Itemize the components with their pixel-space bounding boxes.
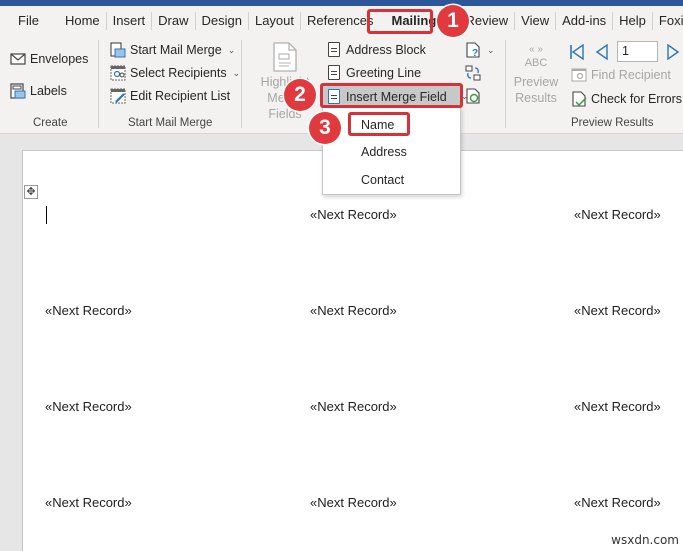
tab-foxit-reader[interactable]: Foxit Reader xyxy=(653,12,683,30)
group-separator xyxy=(241,40,242,128)
table-cell[interactable]: «Next Record» xyxy=(310,399,397,414)
greeting-line-label: Greeting Line xyxy=(346,66,422,80)
next-record-icon[interactable] xyxy=(666,44,680,60)
abc-label: ABC xyxy=(524,57,548,69)
table-cell[interactable]: «Next Record» xyxy=(45,495,132,510)
check-for-errors-icon xyxy=(572,91,587,107)
find-recipient-button[interactable]: Find Recipient xyxy=(571,65,671,85)
first-record-icon[interactable] xyxy=(569,44,585,60)
find-recipient-icon xyxy=(571,68,587,82)
table-cell[interactable]: «Next Record» xyxy=(310,303,397,318)
envelopes-button[interactable]: Envelopes xyxy=(10,49,88,69)
rules-icon: ? xyxy=(466,42,480,58)
tab-file[interactable]: File xyxy=(12,12,45,30)
match-fields-button[interactable] xyxy=(465,63,481,83)
envelope-icon xyxy=(10,53,26,65)
labels-icon xyxy=(10,83,26,99)
step-badge-2: 2 xyxy=(284,79,316,111)
address-block-label: Address Block xyxy=(346,43,426,57)
watermark: wsxdn.com xyxy=(611,533,679,547)
table-cell[interactable]: «Next Record» xyxy=(310,207,397,222)
envelopes-label: Envelopes xyxy=(30,52,89,66)
highlight-merge-fields-icon xyxy=(273,42,297,72)
greeting-line-icon xyxy=(326,65,342,81)
tab-draw[interactable]: Draw xyxy=(152,12,196,30)
preview-results-button[interactable]: « » ABC Preview Results xyxy=(509,44,563,106)
highlight-box-name xyxy=(348,112,410,136)
table-cell[interactable]: «Next Record» xyxy=(574,495,661,510)
address-block-icon xyxy=(326,42,342,58)
update-labels-icon xyxy=(466,88,480,104)
table-cell[interactable]: «Next Record» xyxy=(310,495,397,510)
group-label-start-mail-merge: Start Mail Merge xyxy=(128,117,213,129)
check-for-errors-label: Check for Errors xyxy=(591,92,682,106)
group-separator xyxy=(505,40,506,128)
edit-recipient-list-label: Edit Recipient List xyxy=(130,89,231,103)
select-recipients-icon xyxy=(110,65,126,81)
previous-record-icon[interactable] xyxy=(595,44,609,60)
chevron-down-icon: ⌄ xyxy=(487,44,495,55)
preview-label-line2: Results xyxy=(515,91,557,105)
group-separator xyxy=(98,40,99,128)
preview-arrows-icon: « » xyxy=(529,44,543,55)
menu-item-address[interactable]: Address xyxy=(361,145,407,159)
ribbon-tabs: File Home Insert Draw Design Layout Refe… xyxy=(0,6,683,36)
tab-view[interactable]: View xyxy=(515,12,557,30)
address-block-button[interactable]: Address Block xyxy=(326,40,426,60)
table-cell[interactable]: «Next Record» xyxy=(574,399,661,414)
rules-button[interactable]: ? ⌄ xyxy=(465,40,495,60)
match-fields-icon xyxy=(465,65,481,81)
group-label-create: Create xyxy=(33,117,68,129)
preview-label-line1: Preview xyxy=(513,75,559,89)
svg-text:?: ? xyxy=(472,48,478,58)
tab-home[interactable]: Home xyxy=(59,12,107,30)
menu-item-contact[interactable]: Contact xyxy=(361,173,404,187)
tab-design[interactable]: Design xyxy=(196,12,249,30)
highlight-box-mailings xyxy=(367,9,433,34)
highlight-box-insert-merge-field xyxy=(320,83,463,108)
update-labels-button[interactable] xyxy=(465,86,481,106)
select-recipients-label: Select Recipients xyxy=(130,66,227,80)
tab-help[interactable]: Help xyxy=(613,12,653,30)
tab-add-ins[interactable]: Add-ins xyxy=(556,12,614,30)
table-move-handle-icon[interactable]: ✥ xyxy=(24,185,38,199)
select-recipients-button[interactable]: Select Recipients ⌄ xyxy=(110,63,240,83)
edit-recipient-list-icon xyxy=(110,88,126,104)
greeting-line-button[interactable]: Greeting Line xyxy=(326,63,421,83)
find-recipient-label: Find Recipient xyxy=(591,68,671,82)
tab-insert[interactable]: Insert xyxy=(107,12,153,30)
start-mail-merge-label: Start Mail Merge xyxy=(130,43,222,57)
table-cell[interactable]: «Next Record» xyxy=(45,303,132,318)
start-mail-merge-button[interactable]: Start Mail Merge ⌄ xyxy=(110,40,235,60)
group-label-preview-results: Preview Results xyxy=(571,117,654,129)
text-cursor xyxy=(46,206,47,224)
labels-button[interactable]: Labels xyxy=(10,81,67,101)
labels-label: Labels xyxy=(30,84,67,98)
record-number-input[interactable]: 1 xyxy=(617,41,658,62)
tab-layout[interactable]: Layout xyxy=(249,12,302,30)
chevron-down-icon: ⌄ xyxy=(232,67,241,78)
table-cell[interactable]: «Next Record» xyxy=(45,399,132,414)
step-badge-1: 1 xyxy=(437,5,469,37)
table-cell[interactable]: «Next Record» xyxy=(574,303,661,318)
step-badge-3: 3 xyxy=(309,112,341,144)
check-for-errors-button[interactable]: Check for Errors xyxy=(571,89,682,109)
document-page[interactable]: ✥ «Next Record» «Next Record» «Next Reco… xyxy=(22,150,683,551)
chevron-down-icon: ⌄ xyxy=(227,44,236,55)
edit-recipient-list-button[interactable]: Edit Recipient List xyxy=(110,86,230,106)
table-cell[interactable]: «Next Record» xyxy=(574,207,661,222)
start-mail-merge-icon xyxy=(110,42,126,58)
